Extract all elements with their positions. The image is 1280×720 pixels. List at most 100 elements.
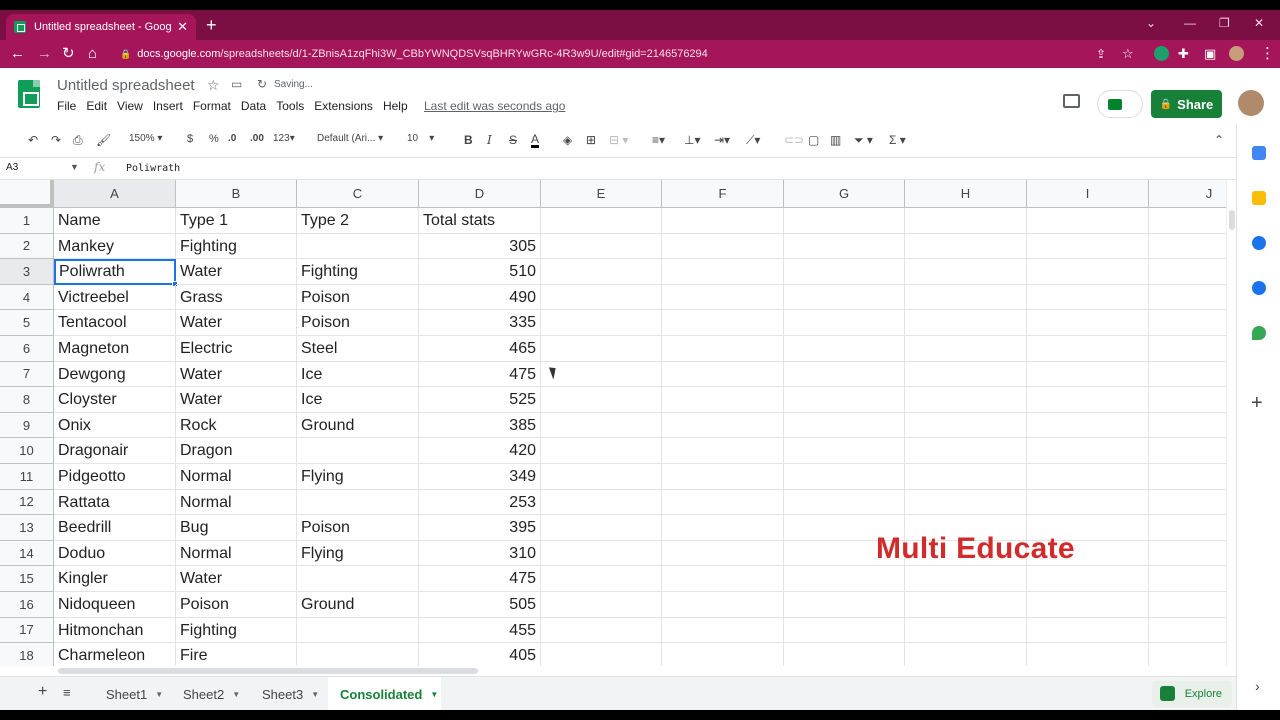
maps-icon[interactable] xyxy=(1252,326,1266,340)
cell-d10[interactable]: 420 xyxy=(419,438,541,464)
browser-tab[interactable]: Untitled spreadsheet - Google Sl ✕ xyxy=(6,14,196,40)
cell-b1[interactable]: Type 1 xyxy=(176,208,297,234)
cell-g3[interactable] xyxy=(784,259,905,285)
cell-g17[interactable] xyxy=(784,617,905,644)
cell-b14[interactable]: Normal xyxy=(176,540,297,567)
cell-d3[interactable]: 510 xyxy=(419,259,541,285)
italic-button[interactable]: I xyxy=(487,133,492,147)
cell-b15[interactable]: Water xyxy=(176,566,297,592)
strikethrough-button[interactable]: S xyxy=(509,133,517,147)
cell-c3[interactable]: Fighting xyxy=(297,259,419,285)
cell-j3[interactable] xyxy=(1149,259,1226,285)
cell-j1[interactable] xyxy=(1149,208,1226,234)
cell-j11[interactable] xyxy=(1149,464,1226,490)
cell-e13[interactable] xyxy=(541,515,662,541)
menu-view[interactable]: View xyxy=(117,99,143,113)
share-button[interactable]: Share xyxy=(1151,90,1222,118)
cell-c14[interactable]: Flying xyxy=(297,540,419,567)
cell-i15[interactable] xyxy=(1027,566,1149,592)
zoom-select[interactable]: 150% ▾ xyxy=(129,133,162,144)
cell-h4[interactable] xyxy=(905,284,1027,311)
cell-h5[interactable] xyxy=(905,310,1027,336)
cell-e12[interactable] xyxy=(541,489,662,516)
cell-e5[interactable] xyxy=(541,310,662,336)
cell-g1[interactable] xyxy=(784,208,905,234)
cell-b9[interactable]: Rock xyxy=(176,412,297,439)
calendar-icon[interactable] xyxy=(1252,146,1266,160)
cell-f6[interactable] xyxy=(662,336,784,362)
forward-icon[interactable]: → xyxy=(37,45,52,63)
row-header[interactable]: 4 xyxy=(0,284,54,311)
horizontal-align-icon[interactable]: ≡▾ xyxy=(652,133,665,147)
cell-c18[interactable] xyxy=(297,643,419,666)
cell-f16[interactable] xyxy=(662,592,784,618)
cell-a5[interactable]: Tentacool xyxy=(54,310,176,336)
vertical-scroll-thumb[interactable] xyxy=(1229,210,1235,230)
cell-e10[interactable] xyxy=(541,438,662,464)
menu-format[interactable]: Format xyxy=(193,99,231,113)
cell-h9[interactable] xyxy=(905,412,1027,439)
cell-i16[interactable] xyxy=(1027,592,1149,618)
cell-a15[interactable]: Kingler xyxy=(54,566,176,592)
row-header[interactable]: 1 xyxy=(0,208,54,234)
cell-e18[interactable] xyxy=(541,643,662,666)
cell-g16[interactable] xyxy=(784,592,905,618)
cell-e7[interactable] xyxy=(541,361,662,388)
cell-b4[interactable]: Grass xyxy=(176,284,297,311)
name-box-dropdown-icon[interactable]: ▼ xyxy=(70,162,79,172)
cell-e9[interactable] xyxy=(541,412,662,439)
cell-b16[interactable]: Poison xyxy=(176,592,297,618)
sheet-tab-consolidated[interactable]: Consolidated ▼ xyxy=(328,677,441,710)
cell-g4[interactable] xyxy=(784,284,905,311)
tab-search-icon[interactable]: ⌄ xyxy=(1146,16,1156,30)
cell-i9[interactable] xyxy=(1027,412,1149,439)
extension-grammarly-icon[interactable] xyxy=(1154,46,1169,61)
menu-help[interactable]: Help xyxy=(383,99,408,113)
reload-icon[interactable]: ↻ xyxy=(62,45,75,63)
cell-f5[interactable] xyxy=(662,310,784,336)
cell-f1[interactable] xyxy=(662,208,784,234)
insert-link-icon[interactable]: ⊂⊃ xyxy=(784,133,804,147)
cell-i6[interactable] xyxy=(1027,336,1149,362)
column-header-a[interactable]: A xyxy=(54,180,176,208)
cell-c4[interactable]: Poison xyxy=(297,284,419,311)
row-header[interactable]: 16 xyxy=(0,592,54,618)
cell-c17[interactable] xyxy=(297,617,419,644)
cell-a3[interactable]: Poliwrath xyxy=(54,259,176,285)
all-sheets-icon[interactable]: ≡ xyxy=(63,685,71,700)
cell-d11[interactable]: 349 xyxy=(419,464,541,490)
cell-e11[interactable] xyxy=(541,464,662,490)
text-color-button[interactable]: A xyxy=(531,133,540,148)
print-icon[interactable]: ⎙ xyxy=(73,133,83,148)
profile-avatar-icon[interactable] xyxy=(1229,46,1244,61)
cell-j10[interactable] xyxy=(1149,438,1226,464)
cell-i17[interactable] xyxy=(1027,617,1149,644)
cell-i3[interactable] xyxy=(1027,259,1149,285)
cell-c9[interactable]: Ground xyxy=(297,412,419,439)
cell-a17[interactable]: Hitmonchan xyxy=(54,617,176,644)
close-tab-icon[interactable]: ✕ xyxy=(177,19,188,35)
cell-g12[interactable] xyxy=(784,489,905,516)
more-formats-select[interactable]: 123▾ xyxy=(273,133,295,144)
cell-b13[interactable]: Bug xyxy=(176,515,297,541)
cell-b12[interactable]: Normal xyxy=(176,489,297,516)
row-header[interactable]: 10 xyxy=(0,438,54,464)
cell-f12[interactable] xyxy=(662,489,784,516)
cell-e3[interactable] xyxy=(541,259,662,285)
cell-a7[interactable]: Dewgong xyxy=(54,361,176,388)
cell-j8[interactable] xyxy=(1149,387,1226,413)
row-header[interactable]: 13 xyxy=(0,515,54,541)
cell-i18[interactable] xyxy=(1027,643,1149,666)
decrease-decimal-button[interactable]: .0 xyxy=(228,133,236,144)
text-wrap-icon[interactable]: ⇥▾ xyxy=(714,133,730,147)
cell-b8[interactable]: Water xyxy=(176,387,297,413)
row-header[interactable]: 14 xyxy=(0,540,54,567)
column-header-b[interactable]: B xyxy=(176,180,297,208)
cell-j15[interactable] xyxy=(1149,566,1226,592)
cell-a8[interactable]: Cloyster xyxy=(54,387,176,413)
cell-a12[interactable]: Rattata xyxy=(54,489,176,516)
cell-i11[interactable] xyxy=(1027,464,1149,490)
column-header-f[interactable]: F xyxy=(662,180,784,208)
cell-f13[interactable] xyxy=(662,515,784,541)
cell-c12[interactable] xyxy=(297,489,419,516)
